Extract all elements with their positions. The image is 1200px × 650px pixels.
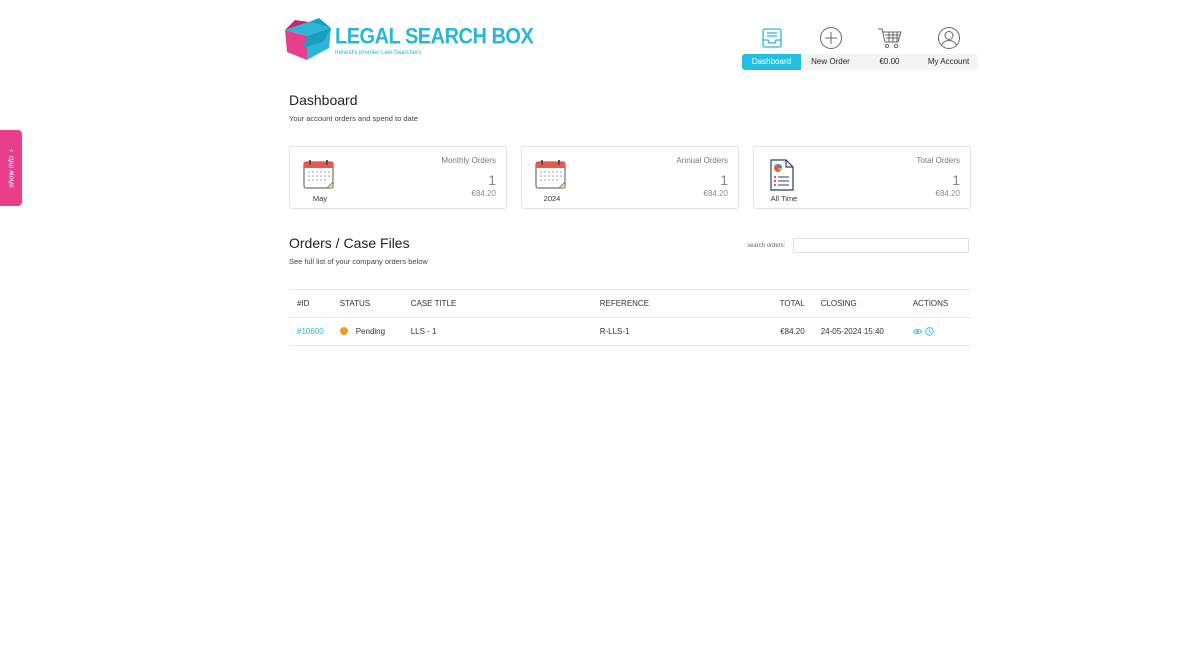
dashboard-subtitle: Your account orders and spend to date (289, 114, 418, 123)
total-cell: €84.20 (762, 317, 813, 346)
show-info-tab[interactable]: show info › (0, 130, 22, 206)
logo-title: LEGAL SEARCH BOX (335, 24, 534, 50)
card-amount: €84.20 (471, 189, 496, 198)
report-icon (770, 159, 794, 191)
column-header-reference[interactable]: REFERENCE (591, 289, 763, 318)
calendar-icon (535, 160, 566, 189)
order-id-link[interactable]: #10600 (297, 327, 324, 336)
inbox-icon (761, 28, 782, 48)
show-info-label: show info (6, 155, 16, 188)
card-count: 1 (488, 172, 496, 188)
card-caption: All Time (770, 194, 798, 203)
eye-icon[interactable] (912, 328, 922, 335)
clock-icon[interactable] (925, 326, 934, 336)
nav-new-order[interactable]: New Order (801, 24, 860, 70)
dashboard-title: Dashboard (289, 92, 358, 108)
column-header-total[interactable]: TOTAL (762, 289, 813, 318)
column-header-status[interactable]: STATUS (331, 289, 403, 318)
orders-table: #ID STATUS CASE TITLE REFERENCE TOTAL CL… (289, 289, 971, 346)
top-nav: Dashboard New Order €0.00 My Account (742, 24, 978, 70)
status-text: Pending (355, 327, 386, 336)
column-header-actions: ACTIONS (904, 289, 971, 318)
card-title: Total Orders (916, 156, 960, 165)
search-orders-input[interactable] (793, 238, 969, 253)
logo[interactable]: LEGAL SEARCH BOX Ireland's premier Law S… (283, 18, 534, 60)
nav-dashboard[interactable]: Dashboard (742, 24, 801, 70)
search-orders-label: search orders: (747, 243, 786, 249)
table-header-row: #ID STATUS CASE TITLE REFERENCE TOTAL CL… (289, 289, 971, 318)
calendar-icon (303, 160, 334, 189)
column-header-id[interactable]: #ID (289, 289, 332, 318)
card-amount: €84.20 (935, 189, 960, 198)
closing-cell: 24-05-2024 15:40 (812, 317, 905, 346)
orders-title: Orders / Case Files (289, 235, 410, 251)
monthly-orders-card: May Monthly Orders 1 €84.20 (289, 146, 507, 209)
annual-orders-card: 2024 Annual Orders 1 €84.20 (521, 146, 739, 209)
nav-my-account-label: My Account (919, 54, 978, 70)
case-title-cell: LLS - 1 (402, 317, 592, 346)
card-title: Monthly Orders (441, 156, 496, 165)
chevron-right-icon: › (6, 148, 16, 152)
nav-cart[interactable]: €0.00 (860, 24, 919, 70)
status-dot (339, 327, 348, 335)
cart-icon (877, 28, 902, 49)
card-count: 1 (720, 172, 728, 188)
box-logo-icon (285, 18, 331, 60)
column-header-closing[interactable]: CLOSING (812, 289, 905, 318)
nav-my-account[interactable]: My Account (919, 24, 978, 70)
orders-subtitle: See full list of your company orders bel… (289, 257, 428, 266)
total-orders-card: All Time Total Orders 1 €84.20 (753, 146, 971, 209)
column-header-case-title[interactable]: CASE TITLE (402, 289, 592, 318)
card-amount: €84.20 (703, 189, 728, 198)
card-count: 1 (952, 172, 960, 188)
nav-dashboard-label: Dashboard (742, 54, 801, 70)
plus-circle-icon (819, 27, 842, 49)
table-row: #10600 Pending LLS - 1 R-LLS-1 €84.20 24… (289, 317, 971, 346)
reference-cell: R-LLS-1 (591, 317, 763, 346)
card-caption: 2024 (543, 194, 561, 203)
user-icon (937, 27, 960, 49)
card-caption: May (312, 194, 328, 203)
nav-new-order-label: New Order (801, 54, 860, 70)
card-title: Annual Orders (676, 156, 728, 165)
nav-cart-label: €0.00 (860, 54, 919, 70)
logo-subtitle: Ireland's premier Law Searchers (335, 50, 422, 56)
